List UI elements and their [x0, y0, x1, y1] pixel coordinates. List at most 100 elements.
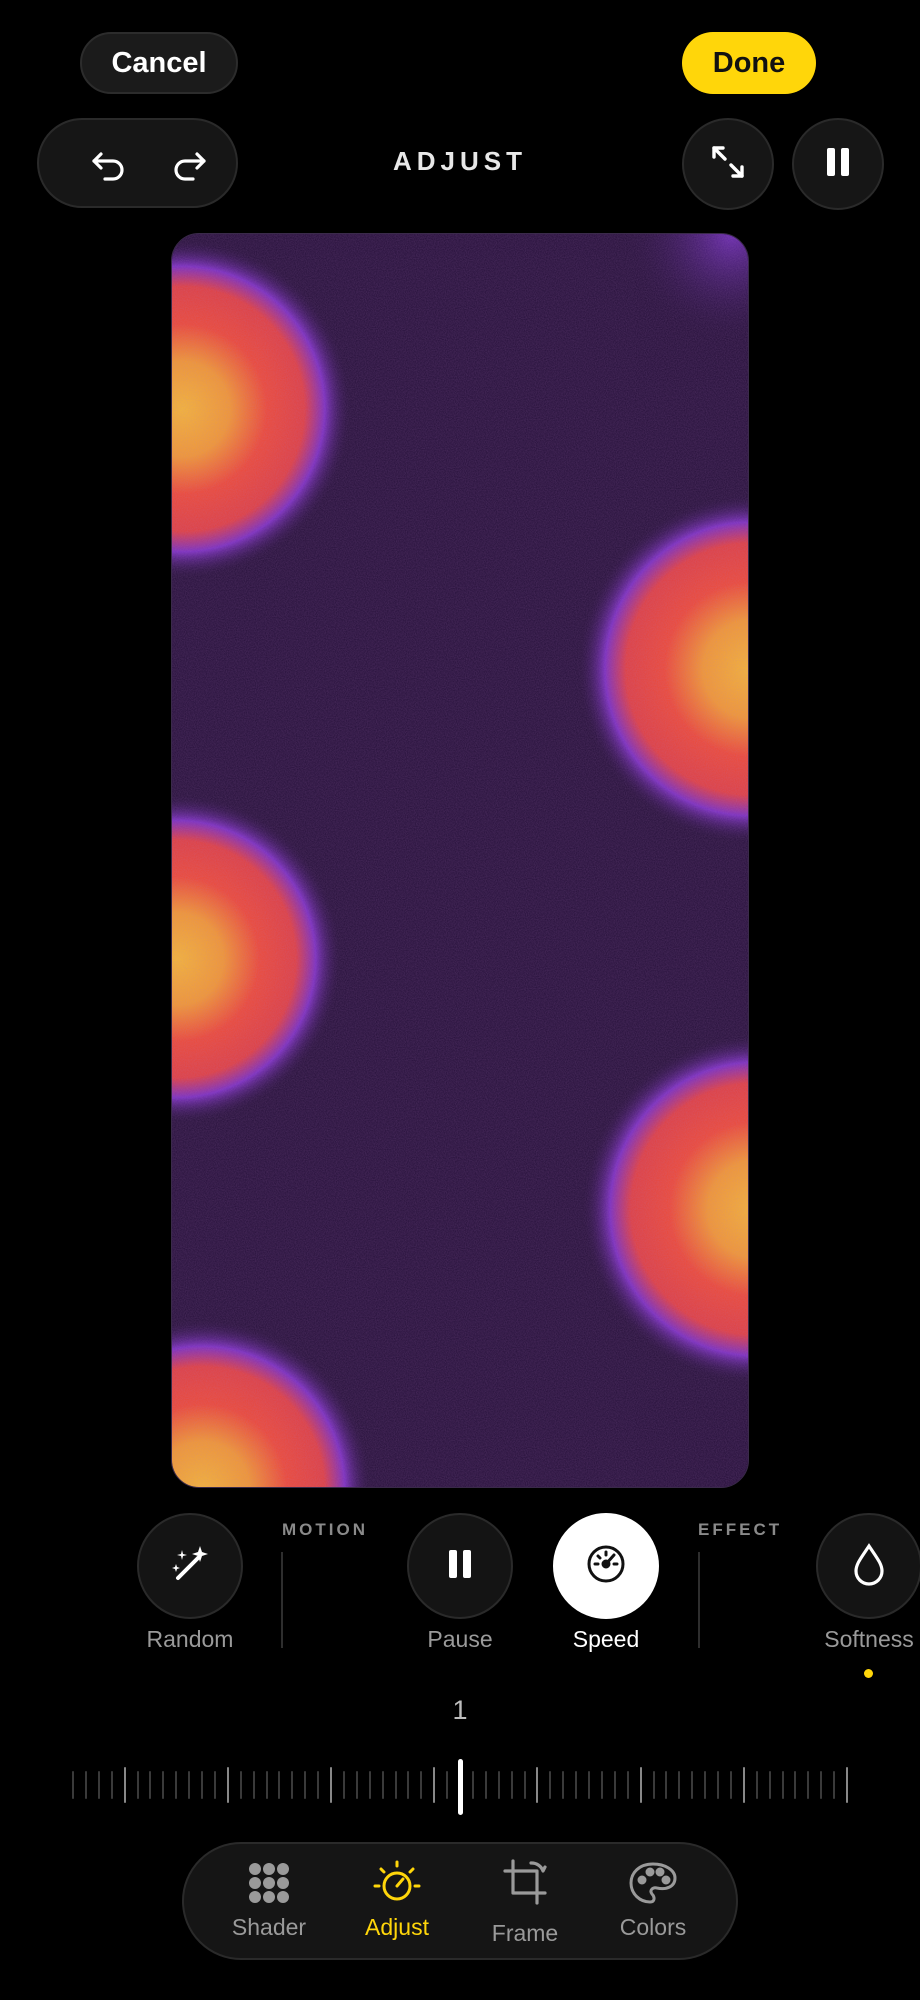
slider-tick	[72, 1771, 74, 1799]
palette-icon	[628, 1861, 678, 1910]
slider-tick	[627, 1771, 629, 1799]
slider-tick	[536, 1767, 538, 1803]
slider-tick	[704, 1771, 706, 1799]
tab-label: Colors	[619, 1914, 687, 1940]
pause-icon	[823, 146, 853, 183]
play-pause-button[interactable]	[792, 118, 884, 210]
slider-tick	[304, 1771, 306, 1799]
slider-tick	[253, 1771, 255, 1799]
slider-tick	[369, 1771, 371, 1799]
page-title: ADJUST	[392, 146, 527, 176]
slider-tick	[214, 1771, 216, 1799]
slider-tick	[549, 1771, 551, 1799]
slider-tick	[85, 1771, 87, 1799]
speed-button[interactable]	[553, 1513, 659, 1619]
slider-tick	[498, 1771, 500, 1799]
slider-tick	[330, 1767, 332, 1803]
divider	[698, 1552, 700, 1648]
tab-colors[interactable]: Colors	[593, 1860, 713, 1950]
slider-tick	[511, 1771, 513, 1799]
speedometer-icon	[584, 1542, 628, 1591]
slider-tick	[601, 1771, 603, 1799]
tab-label: Adjust	[365, 1914, 429, 1940]
pause-icon	[446, 1548, 474, 1585]
slider-tick	[201, 1771, 203, 1799]
slider-tick	[395, 1771, 397, 1799]
slider-tick	[575, 1771, 577, 1799]
slider-tick	[162, 1771, 164, 1799]
slider-tick	[278, 1771, 280, 1799]
speed-label: Speed	[572, 1626, 640, 1652]
expand-icon	[708, 142, 748, 187]
slider-tick	[614, 1771, 616, 1799]
random-label: Random	[146, 1626, 234, 1652]
expand-button[interactable]	[682, 118, 774, 210]
slider-tick	[524, 1771, 526, 1799]
slider-tick	[137, 1771, 139, 1799]
softness-button[interactable]	[816, 1513, 920, 1619]
slider-tick	[485, 1771, 487, 1799]
effect-section-label: EFFECT	[698, 1520, 783, 1539]
slider-tick	[678, 1771, 680, 1799]
slider-tick	[846, 1767, 848, 1803]
slider-tick	[343, 1771, 345, 1799]
crop-icon	[501, 1857, 549, 1914]
slider-tick	[175, 1771, 177, 1799]
slider-tick	[691, 1771, 693, 1799]
slider-tick	[266, 1771, 268, 1799]
slider-tick	[769, 1771, 771, 1799]
slider-tick	[149, 1771, 151, 1799]
slider-tick	[833, 1771, 835, 1799]
slider-value: 1	[452, 1695, 468, 1725]
tab-shader[interactable]: Shader	[209, 1860, 329, 1950]
slider-tick	[794, 1771, 796, 1799]
bottom-tab-bar: Shader Adjust Frame Colors	[182, 1842, 738, 1960]
slider-tick	[98, 1771, 100, 1799]
slider-tick	[420, 1771, 422, 1799]
slider-tick	[124, 1767, 126, 1803]
slider-tick	[446, 1771, 448, 1799]
modified-indicator-dot	[864, 1669, 873, 1678]
slider-tick	[188, 1771, 190, 1799]
tab-label: Frame	[491, 1920, 559, 1946]
slider-tick	[356, 1771, 358, 1799]
cancel-button[interactable]: Cancel	[80, 32, 238, 94]
slider-tick	[240, 1771, 242, 1799]
slider-tick	[407, 1771, 409, 1799]
tab-adjust[interactable]: Adjust	[337, 1860, 457, 1950]
magic-wand-icon	[168, 1542, 212, 1591]
slider-tick	[472, 1771, 474, 1799]
done-button[interactable]: Done	[682, 32, 816, 94]
slider-tick	[433, 1767, 435, 1803]
slider-tick	[317, 1771, 319, 1799]
slider-tick	[291, 1771, 293, 1799]
shader-preview[interactable]	[171, 233, 749, 1488]
speed-slider[interactable]	[72, 1759, 848, 1815]
slider-tick	[227, 1767, 229, 1803]
slider-tick	[382, 1771, 384, 1799]
slider-thumb[interactable]	[458, 1759, 463, 1815]
slider-tick	[653, 1771, 655, 1799]
grid-dots-icon	[247, 1861, 291, 1910]
tab-frame[interactable]: Frame	[465, 1857, 585, 1950]
pause-label: Pause	[427, 1626, 493, 1652]
random-button[interactable]	[137, 1513, 243, 1619]
slider-tick	[782, 1771, 784, 1799]
slider-tick	[640, 1767, 642, 1803]
drop-icon	[851, 1542, 887, 1591]
slider-tick	[111, 1771, 113, 1799]
tab-label: Shader	[231, 1914, 307, 1940]
slider-tick	[730, 1771, 732, 1799]
slider-tick	[588, 1771, 590, 1799]
pause-motion-button[interactable]	[407, 1513, 513, 1619]
softness-label: Softness	[824, 1626, 914, 1652]
motion-section-label: MOTION	[282, 1520, 368, 1539]
slider-tick	[756, 1771, 758, 1799]
divider	[281, 1552, 283, 1648]
slider-tick	[665, 1771, 667, 1799]
slider-tick	[807, 1771, 809, 1799]
slider-tick	[717, 1771, 719, 1799]
slider-tick	[562, 1771, 564, 1799]
sun-dial-icon	[372, 1858, 422, 1913]
slider-tick	[820, 1771, 822, 1799]
